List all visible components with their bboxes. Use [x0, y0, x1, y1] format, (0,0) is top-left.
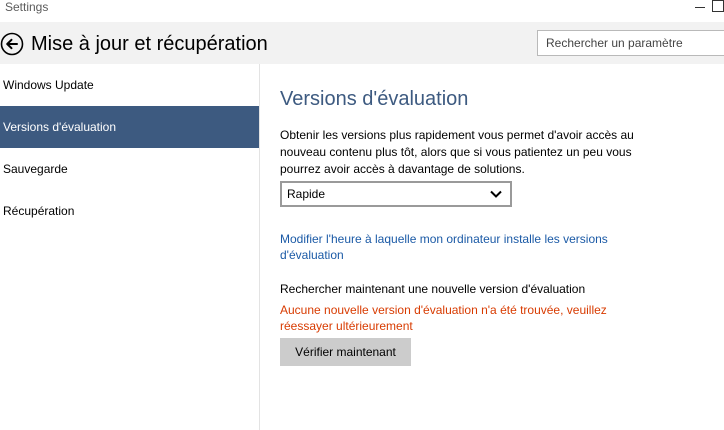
sidebar-item-sauvegarde[interactable]: Sauvegarde [0, 148, 259, 190]
section-title: Versions d'évaluation [280, 88, 469, 110]
sidebar-item-versions-evaluation[interactable]: Versions d'évaluation [0, 106, 259, 148]
title-bar: Settings [0, 0, 724, 22]
maximize-button[interactable] [712, 0, 724, 12]
sidebar: Windows Update Versions d'évaluation Sau… [0, 64, 259, 430]
minimize-button[interactable] [694, 2, 706, 14]
back-arrow-icon [0, 32, 24, 56]
back-button[interactable] [0, 32, 24, 56]
page-header: Mise à jour et récupération [0, 22, 724, 64]
window-title: Settings [5, 0, 49, 14]
schedule-link[interactable]: Modifier l'heure à laquelle mon ordinate… [280, 231, 640, 263]
chevron-down-icon [490, 190, 502, 198]
sidebar-item-recuperation[interactable]: Récupération [0, 190, 259, 232]
sidebar-item-windows-update[interactable]: Windows Update [0, 64, 259, 106]
search-input[interactable] [537, 30, 724, 56]
speed-select[interactable]: Rapide [280, 181, 512, 207]
sidebar-divider [259, 64, 260, 430]
check-label: Rechercher maintenant une nouvelle versi… [280, 282, 586, 296]
section-description: Obtenir les versions plus rapidement vou… [280, 128, 634, 176]
check-now-button[interactable]: Vérifier maintenant [280, 338, 411, 366]
speed-select-value: Rapide [287, 187, 326, 201]
settings-window: Settings Mise à jour et récupération Win… [0, 0, 724, 430]
page-title: Mise à jour et récupération [31, 33, 268, 55]
error-message: Aucune nouvelle version d'évaluation n'a… [280, 303, 607, 333]
